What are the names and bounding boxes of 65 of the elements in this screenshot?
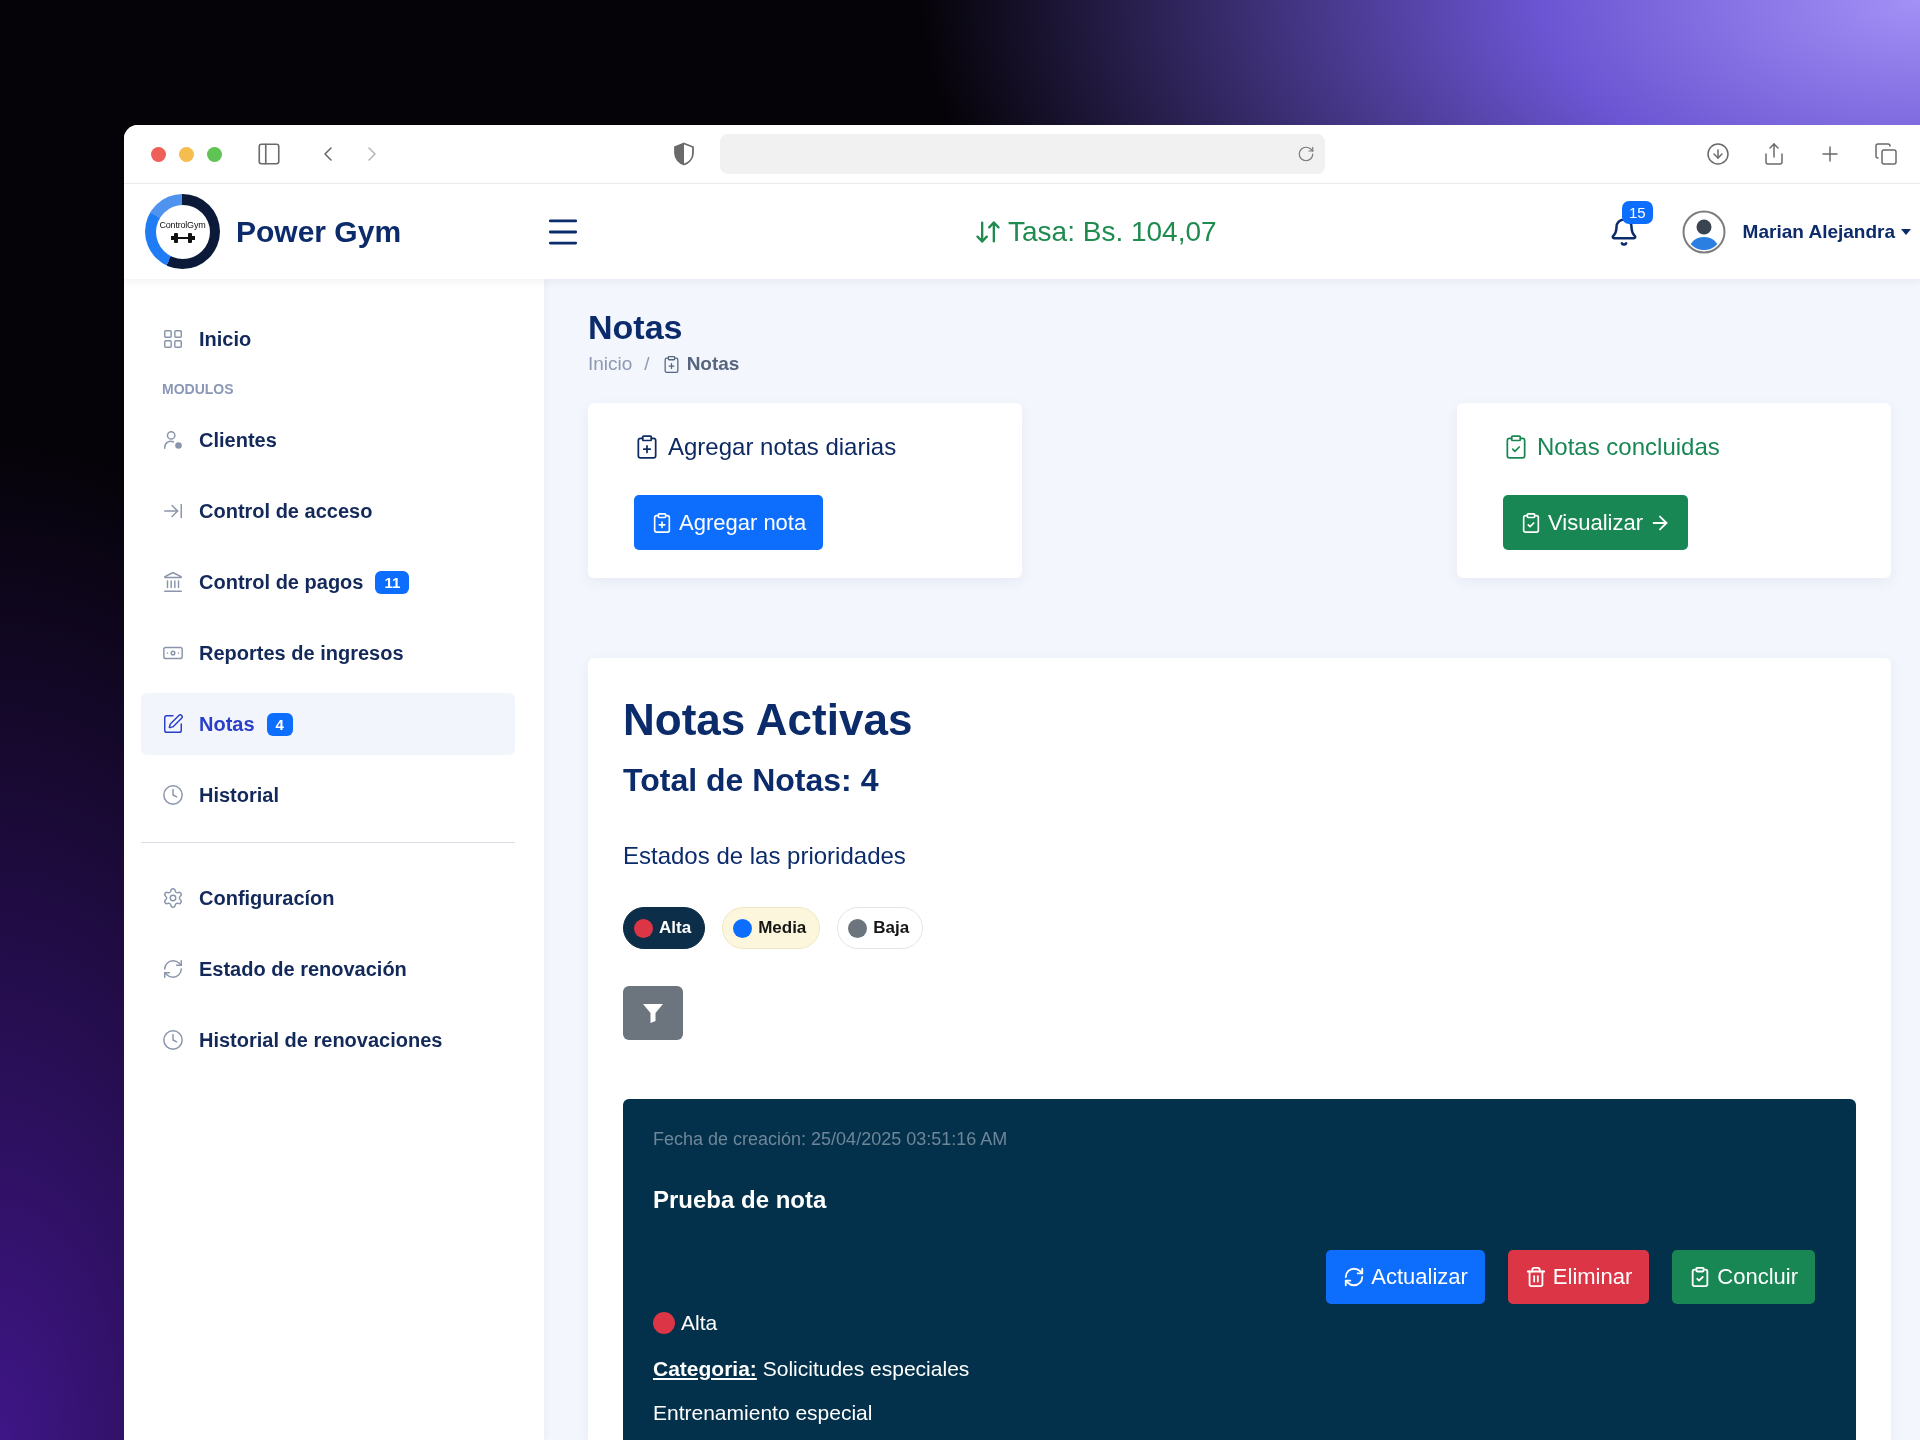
priorities-heading: Estados de las prioridades xyxy=(623,841,906,871)
sidebar-item[interactable]: Inicio xyxy=(141,308,515,370)
user-icon xyxy=(162,429,184,451)
sidebar-item[interactable]: Control de pagos 11 xyxy=(141,551,515,613)
clock-icon xyxy=(162,784,184,806)
sidebar-item[interactable]: Historial xyxy=(141,764,515,826)
trash-icon xyxy=(1524,1266,1547,1288)
clipboard-plus-icon xyxy=(651,511,673,534)
breadcrumb-current[interactable]: Notas xyxy=(686,352,740,376)
pencil-square-icon xyxy=(162,713,184,735)
clock-icon xyxy=(162,1029,184,1051)
clipboard-plus-icon xyxy=(634,434,660,460)
priority-filter[interactable]: Alta xyxy=(623,907,706,949)
settings-icon xyxy=(162,887,184,909)
tabs-icon[interactable] xyxy=(1874,142,1898,166)
sidebar-item[interactable]: Control de acceso xyxy=(141,480,515,542)
shield-icon[interactable] xyxy=(673,142,695,166)
view-button[interactable]: Visualizar xyxy=(1503,495,1688,550)
sidebar-item[interactable]: Configuracíon xyxy=(141,867,515,929)
update-button[interactable]: Actualizar xyxy=(1326,1250,1485,1304)
breadcrumb-separator: / xyxy=(644,352,650,376)
notes-total: Total de Notas: 4 xyxy=(623,761,879,799)
refresh-icon xyxy=(162,958,184,980)
note-title: Prueba de nota xyxy=(653,1185,827,1215)
exchange-rate: Tasa: Bs. 104,07 xyxy=(1008,215,1217,248)
notification-badge: 15 xyxy=(1621,200,1653,224)
sidebar-item[interactable]: Historial de renovaciones xyxy=(141,1009,515,1071)
brand-name: Power Gym xyxy=(236,214,402,249)
filter-icon xyxy=(642,1002,664,1024)
download-icon[interactable] xyxy=(1706,142,1730,166)
section-title: MODULOS xyxy=(161,381,234,397)
priority-filter[interactable]: Baja xyxy=(837,907,924,949)
panel-title: Notas Activas xyxy=(623,694,913,746)
sidebar-toggle-icon[interactable] xyxy=(256,141,282,167)
priority-label: Alta xyxy=(681,1311,718,1335)
logo-caption: ControlGym xyxy=(159,219,206,230)
note-date: Fecha de creación: 25/04/2025 03:51:16 AM xyxy=(653,1128,1008,1150)
sidebar-item[interactable]: Estado de renovación xyxy=(141,938,515,1000)
page-title: Notas xyxy=(588,307,683,347)
sidebar-item[interactable]: Clientes xyxy=(141,409,515,471)
delete-button[interactable]: Eliminar xyxy=(1507,1250,1650,1304)
priority-filter[interactable]: Media xyxy=(722,907,821,949)
refresh-icon xyxy=(1343,1266,1366,1288)
filter-button[interactable] xyxy=(623,986,683,1040)
card-title: Notas concluidas xyxy=(1537,432,1720,462)
conclude-button[interactable]: Concluir xyxy=(1672,1250,1815,1304)
caret-icon xyxy=(1901,228,1911,235)
card-title: Agregar notas diarias xyxy=(668,432,897,462)
clipboard-check-icon xyxy=(1520,511,1542,534)
close-icon[interactable] xyxy=(151,146,166,162)
count-badge: 11 xyxy=(375,570,410,594)
reload-icon[interactable] xyxy=(1297,145,1315,163)
clipboard-check-icon xyxy=(1503,434,1529,460)
note-category: Categoria: Solicitudes especiales xyxy=(653,1357,970,1381)
grid-icon xyxy=(162,328,184,350)
add-note-button[interactable]: Agregar nota xyxy=(634,495,824,550)
share-icon[interactable] xyxy=(1762,142,1786,166)
sidebar-item[interactable]: Notas 4 xyxy=(141,693,515,755)
count-badge: 4 xyxy=(266,712,293,736)
dumbbell-icon xyxy=(169,231,196,244)
note-description: Entrenamiento especial xyxy=(653,1401,873,1425)
sidebar-item[interactable]: Reportes de ingresos xyxy=(141,622,515,684)
user-menu[interactable]: Marian Alejandra xyxy=(1742,220,1911,243)
avatar-icon[interactable] xyxy=(1681,209,1726,254)
bank-icon xyxy=(162,571,184,593)
